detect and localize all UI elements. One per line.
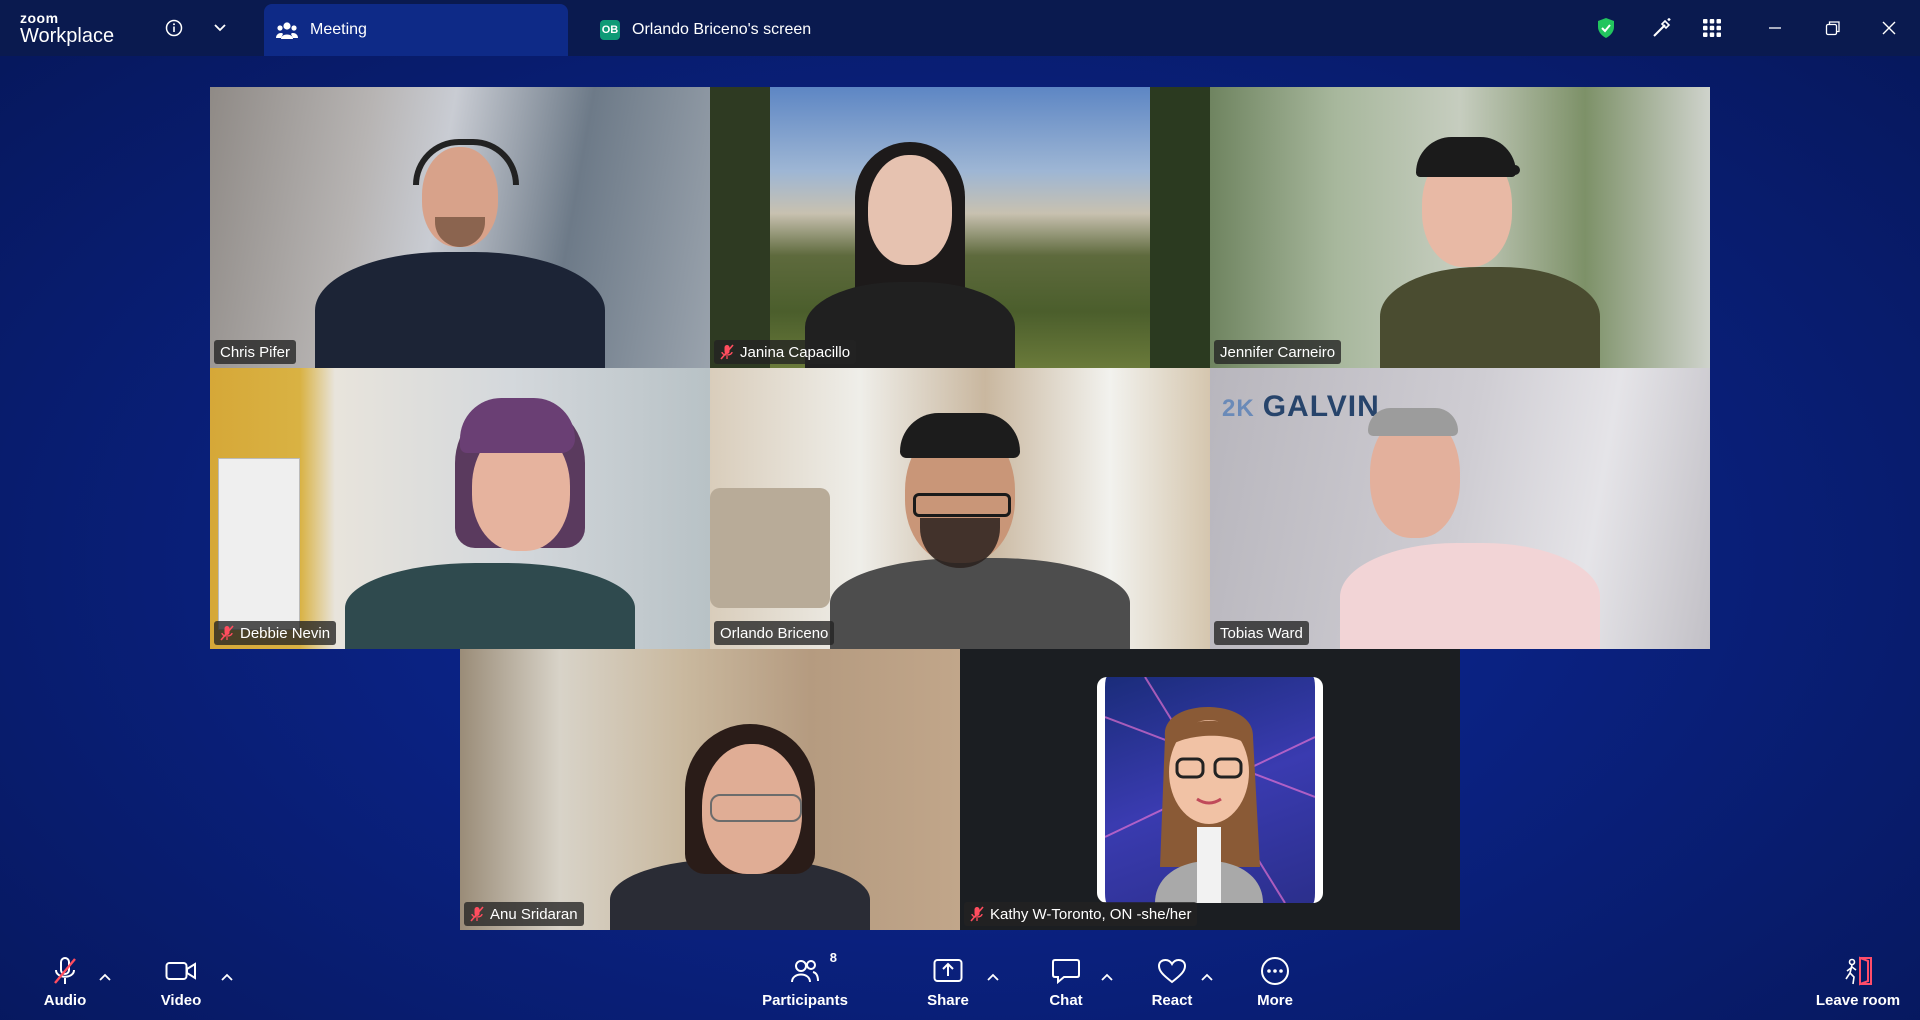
video-options-chevron-up-icon[interactable] xyxy=(218,968,236,986)
heart-icon xyxy=(1157,954,1187,988)
video-tile-anu-sridaran[interactable]: Anu Sridaran xyxy=(460,649,960,930)
name-label: Orlando Briceno xyxy=(714,621,835,645)
audio-options-chevron-up-icon[interactable] xyxy=(96,968,114,986)
magic-wand-icon[interactable] xyxy=(1648,14,1676,42)
restore-icon[interactable] xyxy=(1818,14,1848,42)
share-options-chevron-up-icon[interactable] xyxy=(984,968,1002,986)
participants-icon: 8 xyxy=(791,950,837,988)
tab-shared-screen-label: Orlando Briceno's screen xyxy=(632,21,812,38)
name-label: Jennifer Carneiro xyxy=(1214,340,1342,364)
share-screen-icon xyxy=(933,954,963,988)
tab-shared-screen[interactable]: OB Orlando Briceno's screen xyxy=(600,4,920,56)
name-label: Tobias Ward xyxy=(1214,621,1309,645)
microphone-muted-icon xyxy=(720,344,734,360)
name-label: Janina Capacillo xyxy=(714,340,857,364)
security-shield-icon[interactable] xyxy=(1592,14,1620,42)
apps-grid-icon[interactable] xyxy=(1698,14,1726,42)
minimize-icon[interactable] xyxy=(1760,14,1790,42)
meeting-toolbar: Audio Video 8 Participants Share Chat Re… xyxy=(0,944,1920,1020)
more-options-icon xyxy=(1260,954,1290,988)
react-options-chevron-up-icon[interactable] xyxy=(1198,968,1216,986)
participants-count-badge: 8 xyxy=(829,950,837,965)
video-camera-icon xyxy=(165,954,197,988)
video-tile-tobias-ward[interactable]: 2K GALVIN Tobias Ward xyxy=(1210,368,1710,649)
name-label: Debbie Nevin xyxy=(214,621,337,645)
info-icon[interactable] xyxy=(160,14,188,42)
zoom-logo: zoom Workplace xyxy=(20,10,115,47)
close-icon[interactable] xyxy=(1874,14,1904,42)
title-bar: zoom Workplace Meeting OB Orlando Bricen… xyxy=(0,0,1920,56)
microphone-muted-icon xyxy=(220,625,234,641)
chevron-down-icon[interactable] xyxy=(206,14,234,42)
leave-door-icon xyxy=(1842,954,1874,988)
name-label: Anu Sridaran xyxy=(464,902,584,926)
microphone-muted-icon xyxy=(470,906,484,922)
tab-meeting[interactable]: Meeting xyxy=(264,4,568,56)
participants-button[interactable]: 8 Participants xyxy=(760,950,850,1009)
video-tile-orlando-briceno[interactable]: Orlando Briceno xyxy=(710,368,1210,649)
participant-video xyxy=(460,649,960,930)
name-label: Kathy W-Toronto, ON -she/her xyxy=(964,902,1198,926)
name-label: Chris Pifer xyxy=(214,340,297,364)
participant-video xyxy=(210,87,710,368)
participant-video xyxy=(710,87,1210,368)
participant-video xyxy=(210,368,710,649)
chat-bubble-icon xyxy=(1052,954,1080,988)
video-tile-jennifer-carneiro[interactable]: Jennifer Carneiro xyxy=(1210,87,1710,368)
leave-room-button[interactable]: Leave room xyxy=(1808,954,1908,1009)
avatar: OB xyxy=(600,20,620,40)
microphone-muted-icon xyxy=(51,954,79,988)
video-tile-janina-capacillo[interactable]: Janina Capacillo xyxy=(710,87,1210,368)
share-button[interactable]: Share xyxy=(903,954,993,1009)
chat-options-chevron-up-icon[interactable] xyxy=(1098,968,1116,986)
more-button[interactable]: More xyxy=(1230,954,1320,1009)
meeting-icon xyxy=(276,20,298,40)
microphone-muted-icon xyxy=(970,906,984,922)
avatar xyxy=(1097,677,1323,903)
tab-meeting-label: Meeting xyxy=(310,21,367,38)
video-button[interactable]: Video xyxy=(136,954,226,1009)
participant-video xyxy=(1210,87,1710,368)
video-tile-kathy-w[interactable]: Kathy W-Toronto, ON -she/her xyxy=(960,649,1460,930)
video-tile-debbie-nevin[interactable]: Debbie Nevin xyxy=(210,368,710,649)
participant-video xyxy=(1210,368,1710,649)
video-tile-chris-pifer[interactable]: Chris Pifer xyxy=(210,87,710,368)
participant-video xyxy=(710,368,1210,649)
